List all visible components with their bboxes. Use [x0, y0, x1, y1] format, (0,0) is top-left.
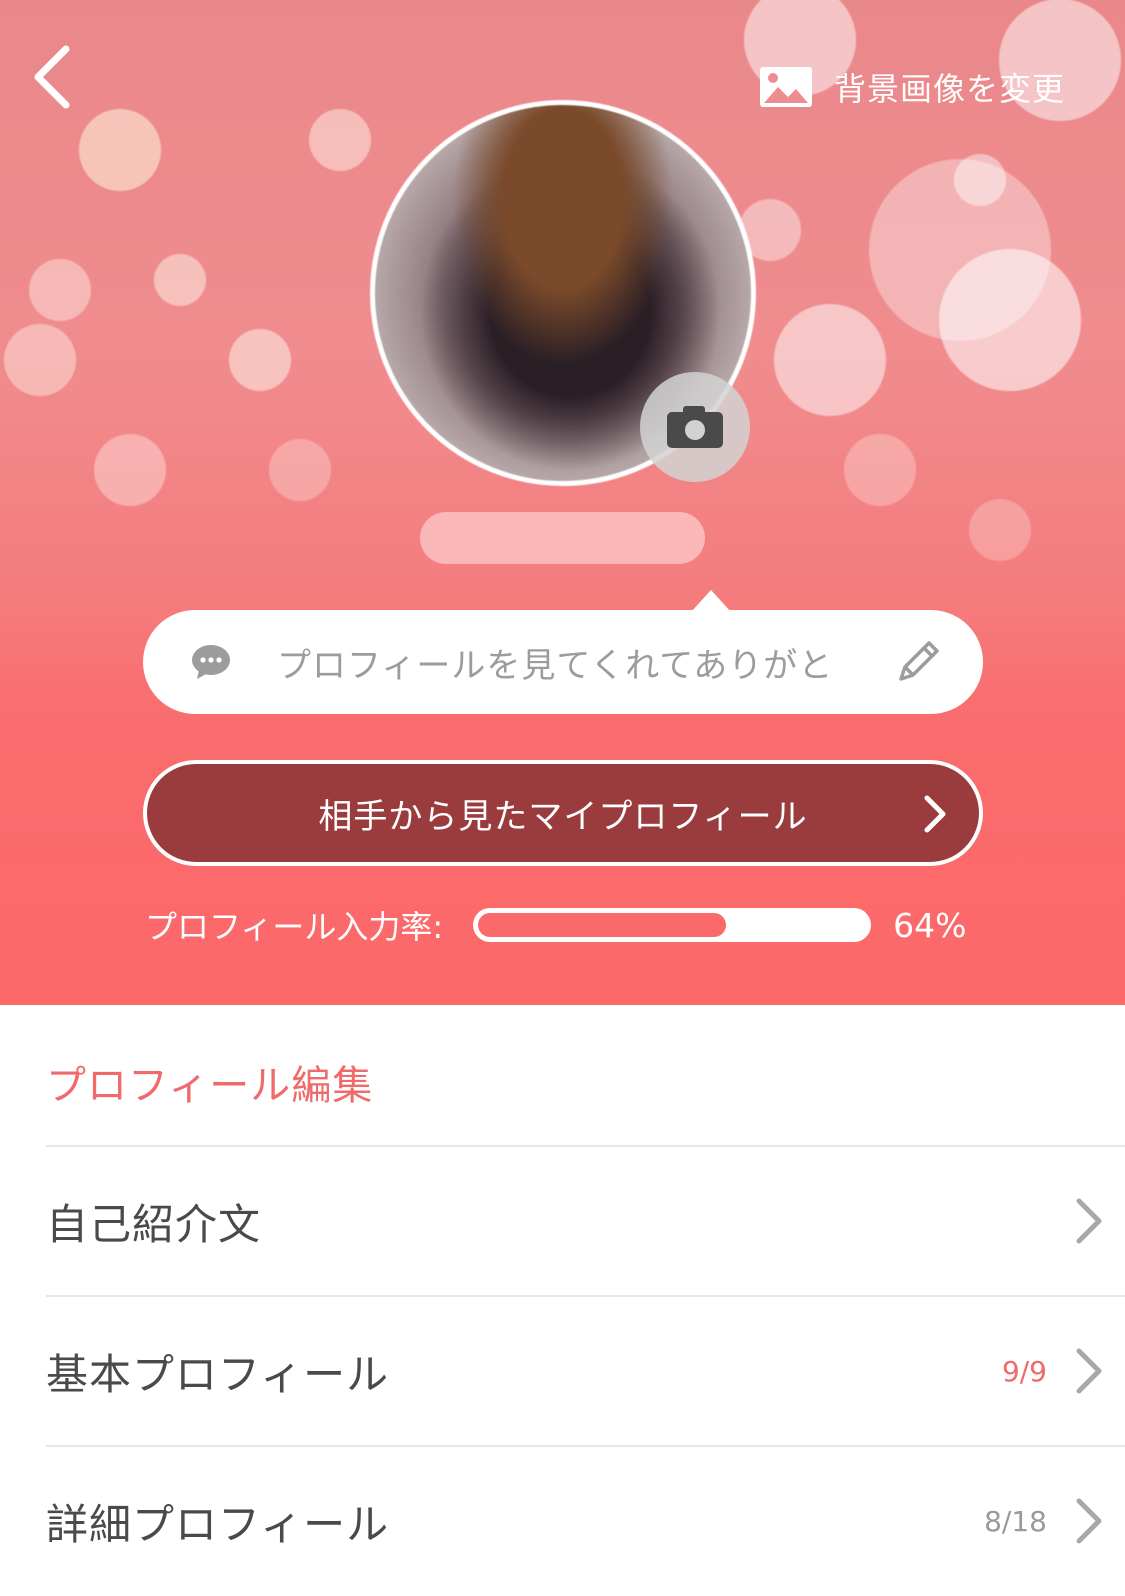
- change-photo-button[interactable]: [640, 372, 750, 482]
- profile-completion-bar: [473, 908, 872, 942]
- list-item-basic-profile[interactable]: 基本プロフィール 9/9: [46, 1295, 1125, 1445]
- username-blurred: [420, 512, 705, 564]
- list-item-count: 8/18: [984, 1504, 1047, 1538]
- profile-completion: プロフィール入力率: 64%: [145, 900, 985, 950]
- profile-completion-label: プロフィール入力率:: [145, 908, 444, 946]
- change-background-label: 背景画像を変更: [833, 70, 1065, 108]
- profile-header: 背景画像を変更 プロフィールを見てくれてありがと 相手から見たマイプロフィール …: [0, 0, 1125, 1005]
- image-icon: [759, 67, 812, 107]
- list-item-label: 詳細プロフィール: [46, 1499, 390, 1549]
- status-message-field[interactable]: プロフィールを見てくれてありがと: [143, 590, 983, 714]
- chat-bubble-icon: [192, 645, 230, 679]
- chevron-left-icon: [34, 45, 70, 109]
- list-item-label: 基本プロフィール: [46, 1349, 390, 1399]
- chevron-right-icon: [1076, 1198, 1102, 1244]
- view-my-profile-label: 相手から見たマイプロフィール: [318, 796, 808, 837]
- profile-completion-percent: 64%: [893, 905, 967, 945]
- list-item-count: 9/9: [1001, 1354, 1047, 1388]
- list-item-label: 自己紹介文: [46, 1199, 262, 1249]
- section-title: プロフィール編集: [46, 1063, 374, 1109]
- chevron-right-icon: [1076, 1348, 1102, 1394]
- profile-edit-screen: 背景画像を変更 プロフィールを見てくれてありがと 相手から見たマイプロフィール …: [0, 0, 1125, 1596]
- chevron-right-icon: [1076, 1498, 1102, 1544]
- chevron-right-icon: [924, 795, 946, 833]
- change-background-button[interactable]: 背景画像を変更: [758, 62, 1065, 112]
- camera-icon: [667, 406, 723, 448]
- back-button[interactable]: [22, 42, 82, 112]
- profile-completion-fill: [478, 913, 727, 937]
- status-message-text: プロフィールを見てくれてありがと: [277, 645, 834, 686]
- list-item-detailed-profile[interactable]: 詳細プロフィール 8/18: [46, 1445, 1125, 1595]
- view-my-profile-button[interactable]: 相手から見たマイプロフィール: [143, 760, 983, 866]
- list-item-self-introduction[interactable]: 自己紹介文: [46, 1145, 1125, 1295]
- pencil-icon[interactable]: [893, 637, 943, 687]
- profile-edit-list: プロフィール編集 自己紹介文 基本プロフィール 9/9 詳細プロフィール 8/1…: [0, 1005, 1125, 1596]
